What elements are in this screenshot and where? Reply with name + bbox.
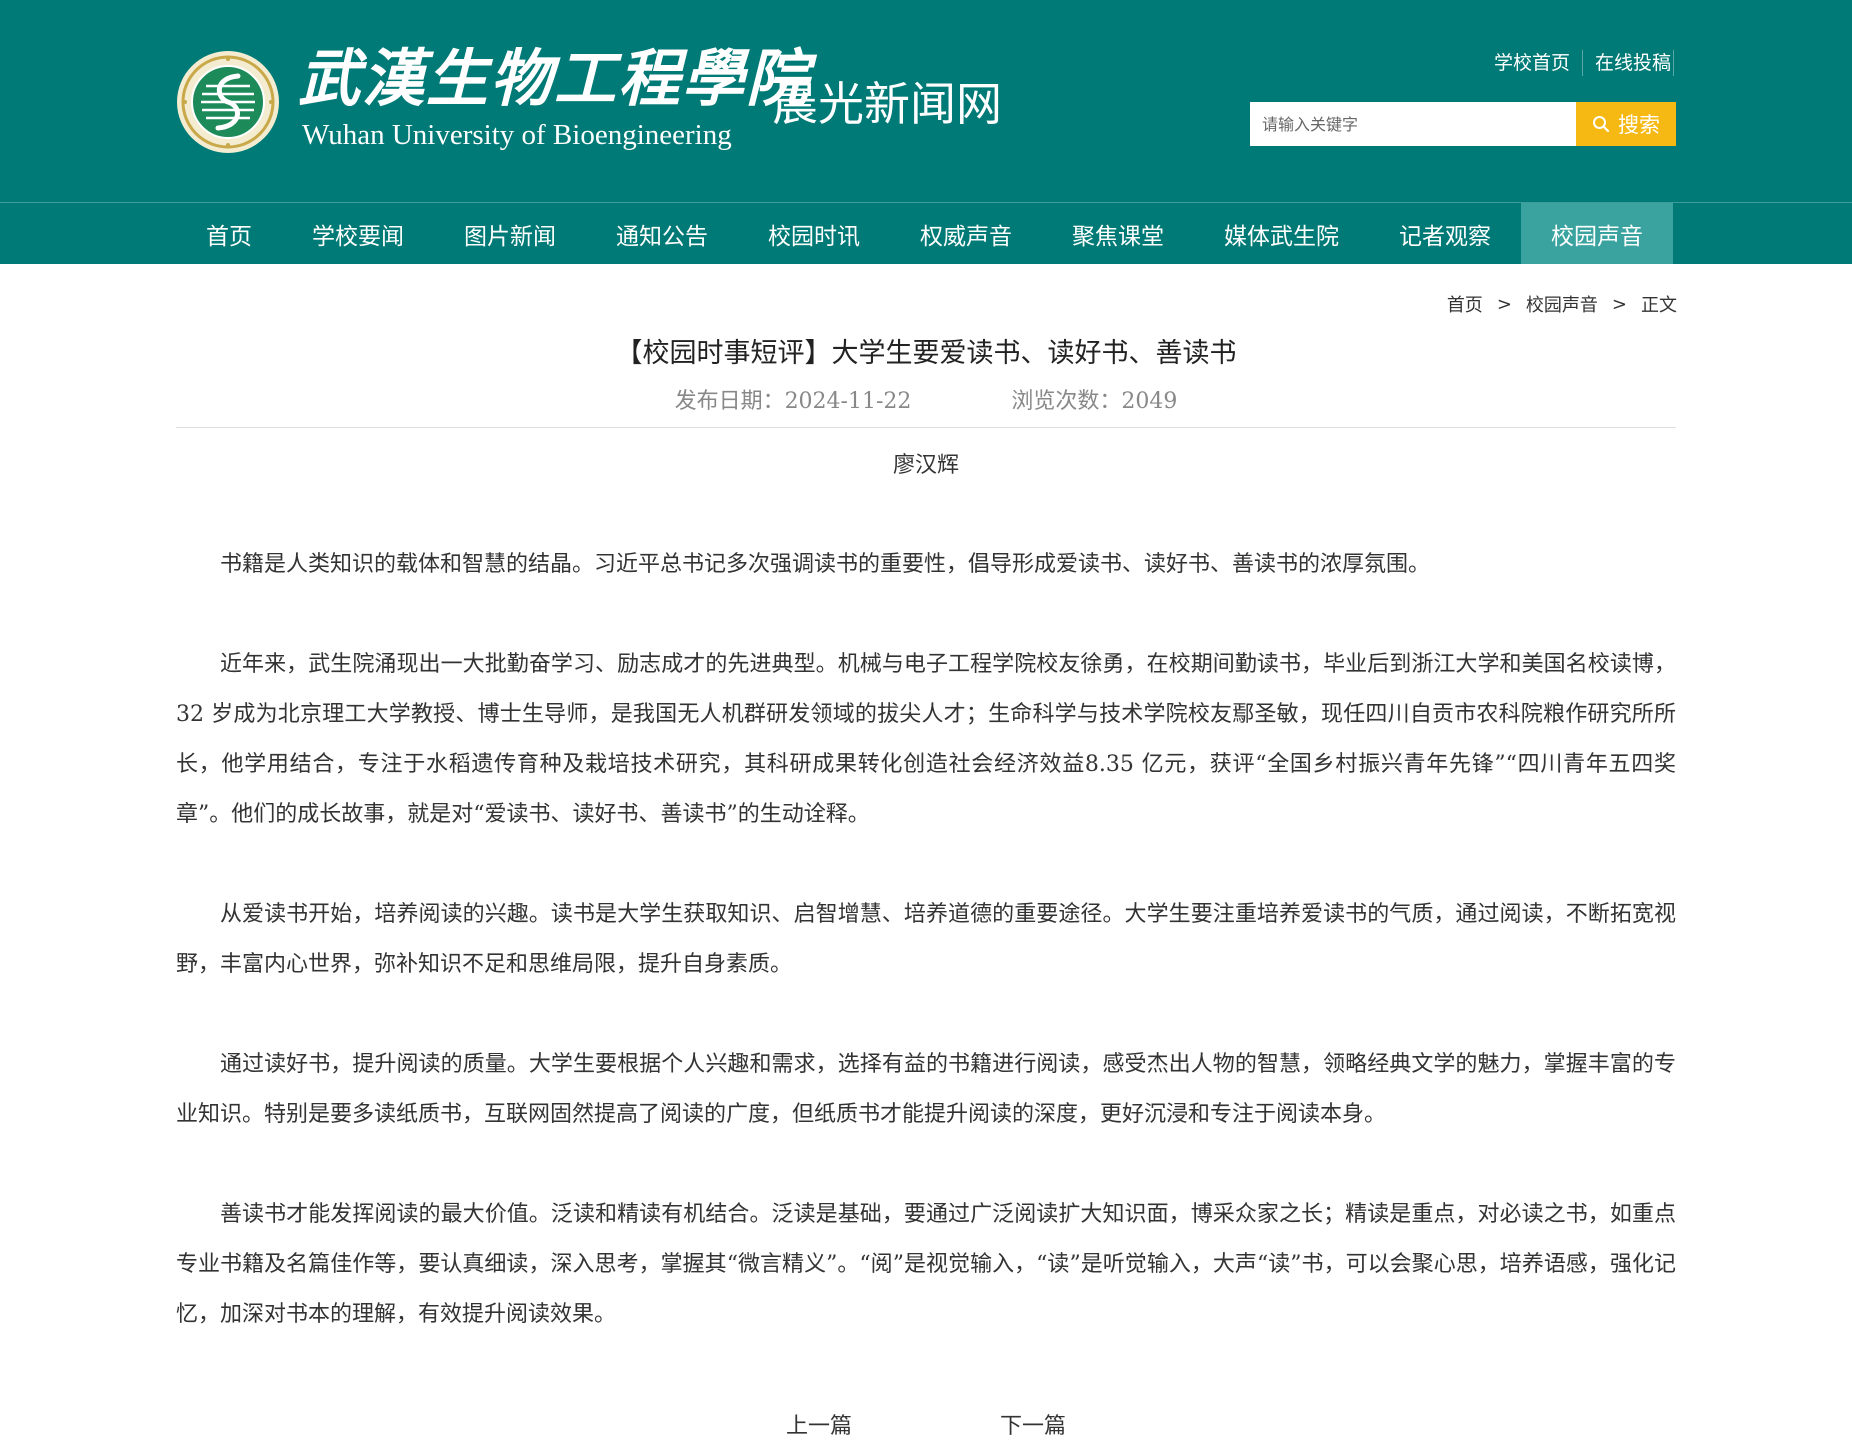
breadcrumb-campus-voice[interactable]: 校园声音 <box>1526 291 1598 317</box>
article-body: 书籍是人类知识的载体和智慧的结晶。习近平总书记多次强调读书的重要性，倡导形成爱读… <box>176 540 1676 1390</box>
article-paragraph: 书籍是人类知识的载体和智慧的结晶。习近平总书记多次强调读书的重要性，倡导形成爱读… <box>220 552 1431 577</box>
nav-item-photo-news[interactable]: 图片新闻 <box>434 203 586 264</box>
article-paragraph: 近年来，武生院涌现出一大批勤奋学习、励志成才的先进典型。机械与电子工程学院校友徐… <box>176 652 1676 827</box>
nav-item-home[interactable]: 首页 <box>176 203 282 264</box>
nav-item-campus-voice[interactable]: 校园声音 <box>1521 203 1673 264</box>
search-button-label: 搜索 <box>1618 113 1660 137</box>
breadcrumb: 首页 > 校园声音 > 正文 <box>1447 290 1677 318</box>
breadcrumb-home[interactable]: 首页 <box>1447 291 1483 317</box>
search-box: 搜索 <box>1250 102 1676 146</box>
university-emblem-icon[interactable] <box>176 50 280 154</box>
nav-item-campus-news[interactable]: 校园时讯 <box>738 203 890 264</box>
breadcrumb-separator: > <box>1611 293 1627 315</box>
top-links: 学校首页 在线投稿 <box>1482 50 1674 76</box>
article-paragraph: 善读书才能发挥阅读的最大价值。泛读和精读有机结合。泛读是基础，要通过广泛阅读扩大… <box>176 1202 1676 1327</box>
site-header: 武漢生物工程學院 Wuhan University of Bioengineer… <box>0 0 1852 202</box>
main-nav: 首页 学校要闻 图片新闻 通知公告 校园时讯 权威声音 聚焦课堂 媒体武生院 记… <box>0 202 1852 264</box>
nav-item-reporter-observation[interactable]: 记者观察 <box>1369 203 1521 264</box>
article-author: 廖汉辉 <box>892 453 959 478</box>
article-pager: 上一篇 下一篇 <box>176 1412 1676 1442</box>
article-meta: 发布日期：2024-11-22 浏览次数：2049 <box>176 385 1676 419</box>
breadcrumb-separator: > <box>1496 293 1512 315</box>
search-input[interactable] <box>1250 102 1576 146</box>
top-link-online-submission[interactable]: 在线投稿 <box>1583 50 1674 76</box>
nav-item-focus-classroom[interactable]: 聚焦课堂 <box>1042 203 1194 264</box>
nav-item-school-news[interactable]: 学校要闻 <box>282 203 434 264</box>
publish-date: 发布日期：2024-11-22 <box>674 389 912 414</box>
search-icon <box>1593 116 1610 133</box>
title-divider <box>176 427 1676 428</box>
article-title: 【校园时事短评】大学生要爱读书、读好书、善读书 <box>615 338 1237 369</box>
view-count: 浏览次数：2049 <box>1011 389 1178 414</box>
nav-item-notices[interactable]: 通知公告 <box>586 203 738 264</box>
nav-item-authoritative-voice[interactable]: 权威声音 <box>890 203 1042 264</box>
article-paragraph: 通过读好书，提升阅读的质量。大学生要根据个人兴趣和需求，选择有益的书籍进行阅读，… <box>176 1052 1676 1127</box>
breadcrumb-current: 正文 <box>1641 295 1677 316</box>
nav-item-media[interactable]: 媒体武生院 <box>1194 203 1369 264</box>
logo-english-name: Wuhan University of Bioengineering <box>302 119 732 151</box>
site-name: 晨光新闻网 <box>772 77 1002 131</box>
search-button[interactable]: 搜索 <box>1576 102 1676 146</box>
top-link-school-home[interactable]: 学校首页 <box>1482 50 1583 76</box>
article-paragraph: 从爱读书开始，培养阅读的兴趣。读书是大学生获取知识、启智增慧、培养道德的重要途径… <box>176 902 1676 977</box>
prev-article-link[interactable]: 上一篇 <box>786 1412 852 1442</box>
next-article-link[interactable]: 下一篇 <box>1000 1412 1066 1442</box>
logo-chinese-name: 武漢生物工程學院 <box>298 42 811 115</box>
